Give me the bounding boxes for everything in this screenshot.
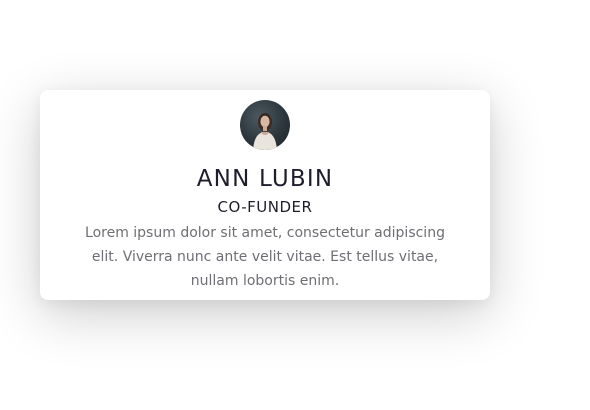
profile-role: CO-FUNDER [217,198,313,216]
profile-name: ANN LUBIN [196,166,334,192]
page-background: ANN LUBIN CO-FUNDER Lorem ipsum dolor si… [0,0,590,410]
profile-card: ANN LUBIN CO-FUNDER Lorem ipsum dolor si… [40,90,490,300]
profile-bio: Lorem ipsum dolor sit amet, consectetur … [85,225,445,289]
avatar [240,100,290,150]
person-photo-icon [253,113,277,150]
